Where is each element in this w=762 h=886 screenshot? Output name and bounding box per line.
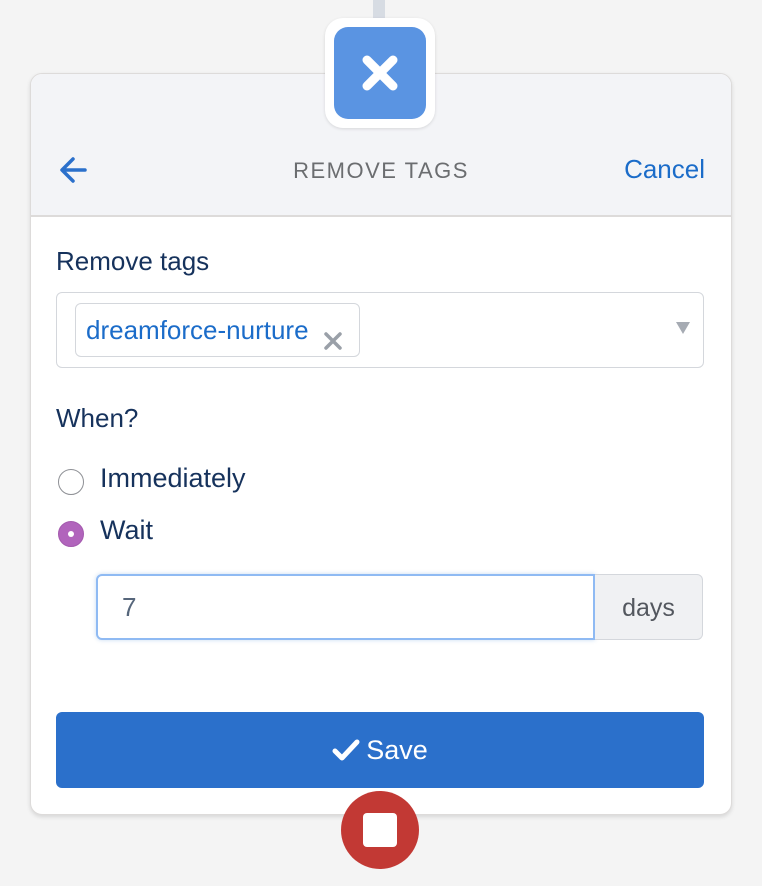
remove-tags-node-icon	[334, 27, 426, 119]
flow-end-node	[341, 791, 419, 869]
radio-button[interactable]	[58, 521, 84, 547]
cancel-link[interactable]: Cancel	[624, 154, 705, 185]
tag-select[interactable]: dreamforce-nurture	[56, 292, 704, 368]
close-icon	[362, 55, 398, 91]
when-label: When?	[56, 403, 139, 433]
radio-button[interactable]	[58, 469, 84, 495]
wait-duration-input[interactable]: 7	[96, 574, 595, 640]
stop-icon	[363, 813, 397, 847]
radio-wait-label: Wait	[100, 515, 153, 545]
save-button[interactable]: Save	[56, 712, 704, 788]
caret-down-icon[interactable]	[675, 321, 691, 335]
check-icon	[332, 739, 360, 761]
tag-pill: dreamforce-nurture	[75, 303, 360, 357]
tag-remove-button[interactable]	[321, 318, 345, 350]
close-icon	[323, 332, 342, 350]
tag-pill-label: dreamforce-nurture	[86, 315, 309, 345]
remove-tags-label: Remove tags	[56, 246, 210, 276]
save-button-label: Save	[366, 735, 428, 765]
radio-immediately-label: Immediately	[100, 463, 246, 493]
remove-tags-panel: REMOVE TAGS Cancel	[30, 73, 732, 815]
wait-unit-addon: days	[595, 574, 703, 640]
